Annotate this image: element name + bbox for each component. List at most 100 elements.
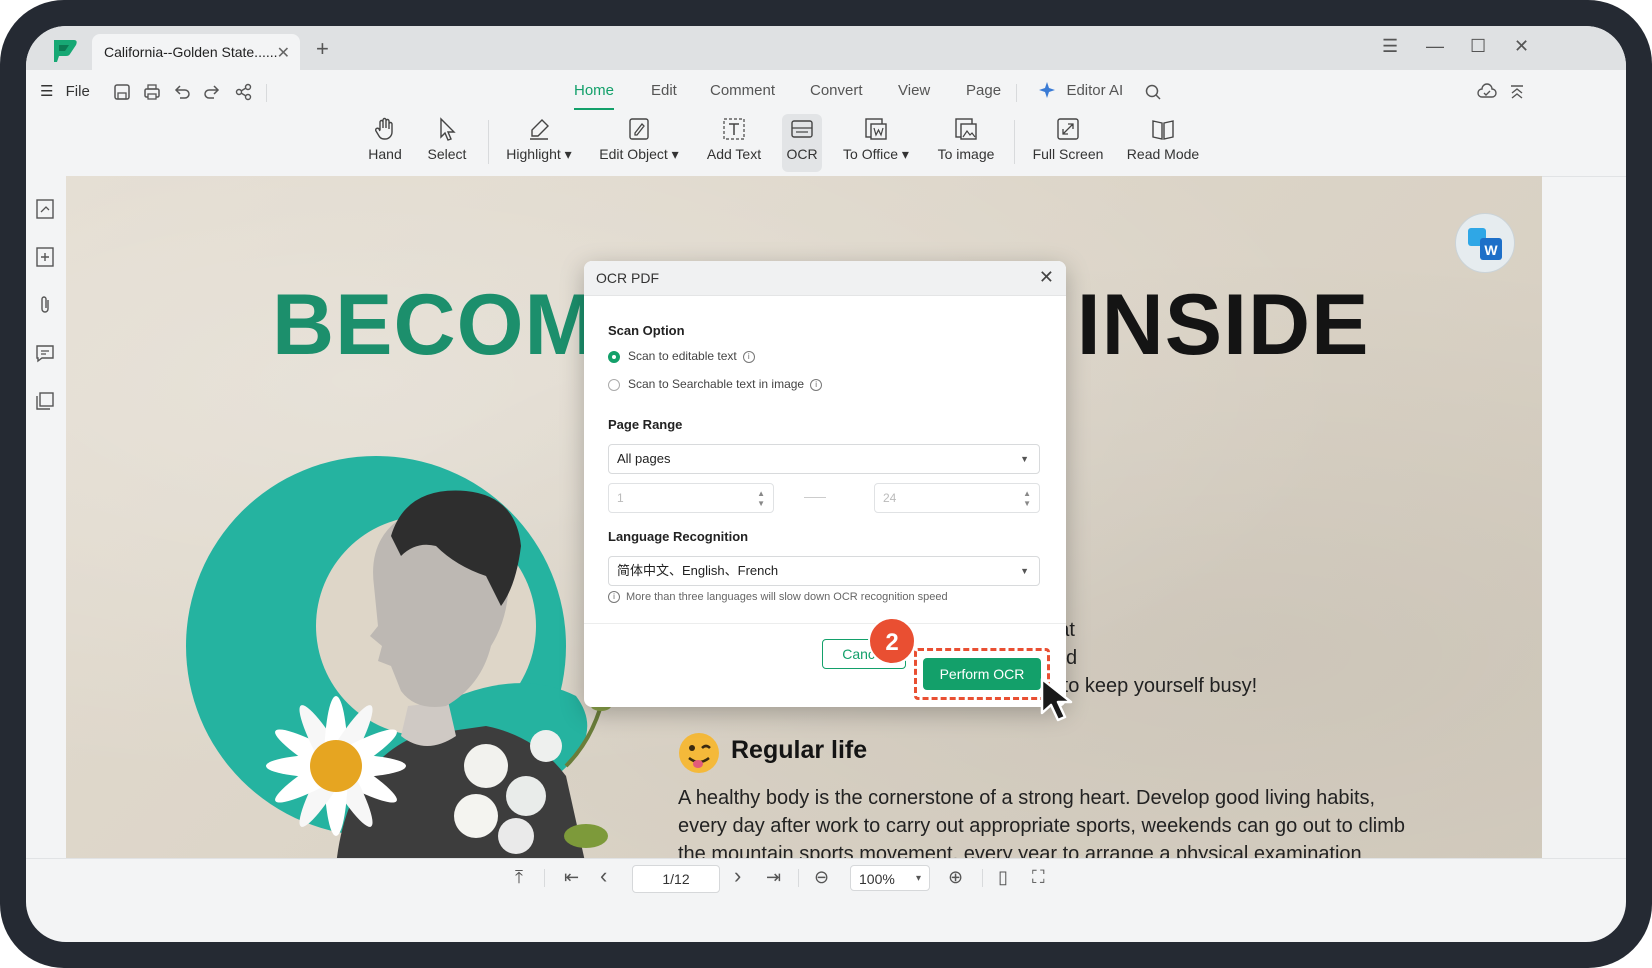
language-hint: i More than three languages will slow dow…: [608, 591, 948, 604]
single-page-icon[interactable]: ▯: [998, 867, 1008, 888]
file-menu[interactable]: ☰ File: [40, 82, 90, 100]
range-to-value: 24: [883, 491, 897, 505]
to-image-button[interactable]: To image: [934, 114, 998, 172]
status-divider: [544, 869, 545, 887]
tab-view[interactable]: View: [898, 82, 930, 99]
status-divider: [798, 869, 799, 887]
add-text-label: Add Text: [706, 146, 762, 162]
tab-convert[interactable]: Convert: [810, 82, 863, 99]
collapse-ribbon-icon[interactable]: [1507, 82, 1527, 102]
share-icon[interactable]: [234, 82, 254, 102]
ribbon-toolbar: Hand Select Highlight ▾ Edit Object ▾ Ad…: [26, 114, 1626, 177]
last-page-icon[interactable]: ⇥: [766, 867, 781, 888]
winking-face-icon: [679, 733, 719, 773]
language-value: 简体中文、English、French: [617, 563, 779, 578]
range-from-input[interactable]: 1 ▲ ▼: [608, 483, 774, 513]
new-tab-button[interactable]: +: [316, 36, 329, 62]
bookmark-add-icon[interactable]: [34, 246, 56, 268]
add-text-button[interactable]: Add Text: [704, 114, 764, 172]
chevron-down-icon: ▼: [1020, 566, 1029, 576]
ocr-icon: [791, 120, 813, 138]
info-icon[interactable]: i: [810, 378, 823, 391]
stepper-arrows-icon[interactable]: ▲ ▼: [757, 484, 765, 509]
close-window-button[interactable]: ✕: [1514, 36, 1529, 57]
to-office-button[interactable]: To Office ▾: [838, 114, 914, 172]
tab-page[interactable]: Page: [966, 82, 1001, 99]
hand-tool-label: Hand: [368, 146, 402, 162]
zoom-value: 100%: [859, 871, 895, 887]
ocr-tool-button[interactable]: OCR: [782, 114, 822, 172]
subheading-regular-life: Regular life: [731, 736, 868, 764]
scan-editable-label: Scan to editable text: [628, 349, 737, 363]
svg-text:W: W: [1484, 242, 1498, 258]
toolbar-divider: [488, 120, 489, 164]
first-page-icon[interactable]: ⇤: [564, 867, 579, 888]
hand-tool-button[interactable]: Hand: [360, 114, 410, 172]
undo-icon[interactable]: [172, 82, 192, 102]
language-heading: Language Recognition: [608, 529, 749, 544]
add-text-icon: [723, 118, 745, 140]
redo-icon[interactable]: [202, 82, 222, 102]
page-range-select[interactable]: All pages ▼: [608, 444, 1040, 474]
page-thumbnail-icon[interactable]: [34, 198, 56, 220]
book-icon: [1152, 120, 1174, 140]
sparkle-icon: [1039, 82, 1055, 98]
layers-icon[interactable]: [34, 390, 56, 412]
hand-icon: [375, 117, 393, 140]
language-select[interactable]: 简体中文、English、French ▼: [608, 556, 1040, 586]
highlighter-icon: [530, 119, 549, 140]
maximize-button[interactable]: ☐: [1470, 36, 1486, 57]
dialog-close-icon[interactable]: ✕: [1039, 267, 1054, 288]
editor-ai-label: Editor AI: [1066, 81, 1124, 99]
to-image-label: To image: [937, 146, 995, 162]
scan-editable-option[interactable]: Scan to editable text i: [608, 349, 755, 363]
tab-home[interactable]: Home: [574, 82, 614, 99]
zoom-out-icon[interactable]: ⊖: [814, 867, 829, 888]
edit-object-icon: [629, 118, 649, 140]
cloud-sync-icon[interactable]: [1477, 82, 1497, 102]
prev-page-icon[interactable]: ‹: [600, 863, 607, 889]
tab-comment[interactable]: Comment: [710, 82, 775, 99]
tab-edit[interactable]: Edit: [651, 82, 677, 99]
fit-page-icon[interactable]: ⛶: [1032, 867, 1045, 888]
window-menu-icon[interactable]: ☰: [1382, 36, 1398, 57]
zoom-select[interactable]: 100% ▾: [850, 865, 930, 891]
perform-ocr-button[interactable]: Perform OCR: [923, 658, 1041, 690]
next-page-icon[interactable]: ›: [734, 863, 741, 889]
minimize-button[interactable]: —: [1426, 36, 1444, 57]
range-to-input[interactable]: 24 ▲ ▼: [874, 483, 1040, 513]
to-office-label: To Office ▾: [843, 146, 909, 162]
scan-searchable-option[interactable]: Scan to Searchable text in image i: [608, 377, 823, 391]
full-screen-label: Full Screen: [1032, 146, 1104, 162]
print-icon[interactable]: [142, 82, 162, 102]
dialog-header: OCR PDF ✕: [584, 261, 1066, 296]
select-tool-label: Select: [427, 146, 467, 162]
info-icon[interactable]: i: [742, 350, 755, 363]
go-top-icon[interactable]: ⤒: [515, 867, 523, 888]
left-sidebar: [26, 176, 67, 858]
full-screen-button[interactable]: Full Screen: [1032, 114, 1104, 172]
document-tab[interactable]: California--Golden State...... ✕: [92, 34, 300, 70]
cursor-arrow-icon: [440, 117, 456, 141]
word-translate-button[interactable]: W: [1455, 213, 1515, 273]
editor-ai-button[interactable]: Editor AI: [1038, 80, 1123, 100]
close-tab-icon[interactable]: ✕: [277, 43, 290, 63]
comment-icon[interactable]: [34, 342, 56, 364]
select-tool-button[interactable]: Select: [422, 114, 472, 172]
save-icon[interactable]: [112, 82, 132, 102]
stepper-arrows-icon[interactable]: ▲ ▼: [1023, 484, 1031, 509]
page-number-input[interactable]: 1/12: [632, 865, 720, 893]
radio-selected[interactable]: [608, 350, 620, 363]
paragraph-3-line-3: the mountain sports movement, every year…: [678, 843, 1362, 858]
attachment-icon[interactable]: [34, 294, 56, 316]
paragraph-3-line-2: every day after work to carry out approp…: [678, 815, 1406, 837]
chevron-down-icon: ▼: [1020, 454, 1029, 464]
read-mode-button[interactable]: Read Mode: [1126, 114, 1200, 172]
highlight-tool-button[interactable]: Highlight ▾: [504, 114, 574, 172]
edit-object-button[interactable]: Edit Object ▾: [598, 114, 680, 172]
headline-left: BECOM: [272, 277, 598, 373]
zoom-in-icon[interactable]: ⊕: [948, 867, 963, 888]
radio-unselected[interactable]: [608, 378, 620, 391]
search-icon[interactable]: [1143, 82, 1163, 102]
ocr-tool-label: OCR: [786, 146, 818, 162]
